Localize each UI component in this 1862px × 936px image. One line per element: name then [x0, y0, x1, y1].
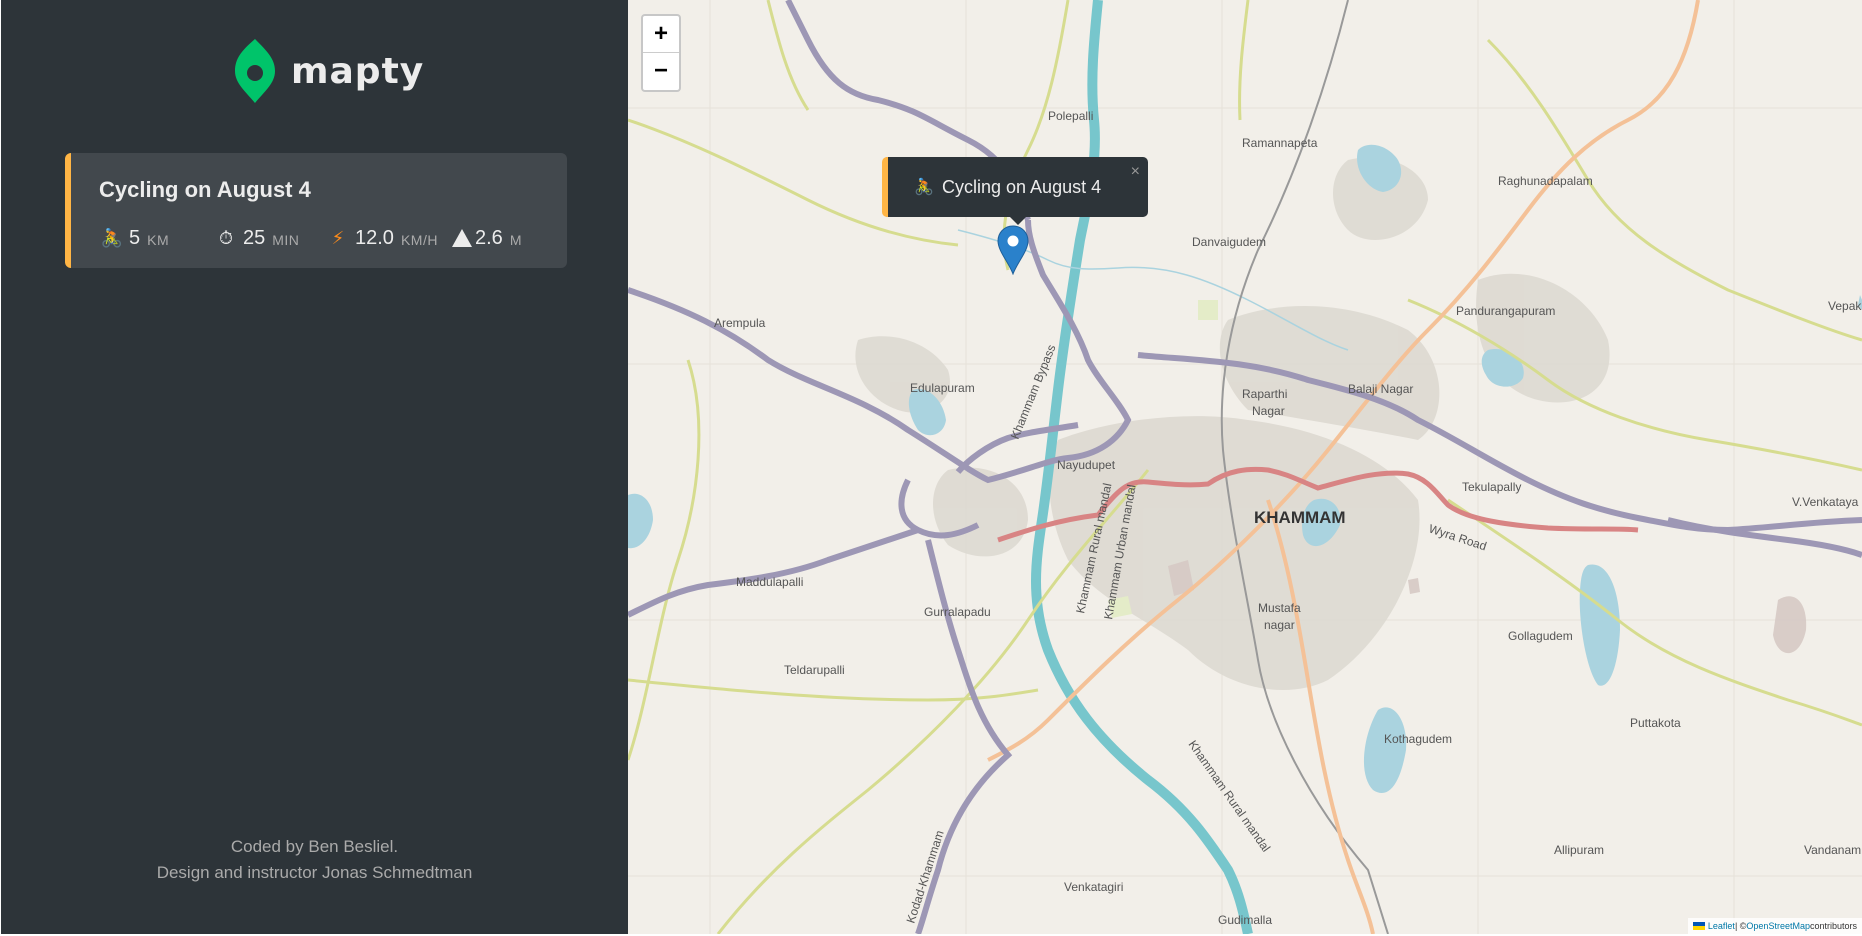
- leaflet-link[interactable]: Leaflet: [1708, 921, 1735, 931]
- label-raparthi: Raparthi: [1242, 387, 1287, 401]
- copyright-line-2: Design and instructor Jonas Schmedtman: [156, 863, 473, 882]
- lightning-icon: ⚡: [331, 227, 345, 248]
- label-kothagudem: Kothagudem: [1384, 732, 1452, 746]
- logo: mapty: [233, 37, 424, 105]
- label-arempula: Arempula: [714, 316, 766, 330]
- cyclist-icon: 🚴: [914, 179, 934, 196]
- workout-speed: ⚡ 12.0 km/h: [327, 223, 451, 253]
- distance-value: 5: [129, 226, 141, 249]
- osm-link[interactable]: OpenStreetMap: [1746, 921, 1810, 931]
- map-marker-icon[interactable]: [997, 225, 1029, 275]
- label-gudimalla: Gudimalla: [1218, 913, 1272, 927]
- mountain-icon: [451, 226, 473, 250]
- label-teldarupalli: Teldarupalli: [784, 663, 845, 677]
- map[interactable]: Polepalli Ramannapeta Raghunadapalam Dan…: [628, 0, 1862, 934]
- label-khammam-city: KHAMMAM: [1254, 508, 1346, 527]
- workout-duration: ⏱ 25 min: [215, 223, 327, 253]
- popup-close-button[interactable]: ×: [1131, 163, 1140, 181]
- ukraine-flag-icon: [1692, 922, 1705, 930]
- label-nayudupet: Nayudupet: [1057, 458, 1116, 472]
- label-edulapuram: Edulapuram: [910, 381, 975, 395]
- attribution-suffix: contributors: [1809, 921, 1857, 931]
- label-allipuram: Allipuram: [1554, 843, 1604, 857]
- workout-popup: 🚴 Cycling on August 4 ×: [882, 157, 1148, 225]
- app: mapty Cycling on August 4 🚴 5 km ⏱ 25 mi…: [0, 0, 1862, 936]
- zoom-out-button[interactable]: −: [643, 53, 679, 90]
- speed-unit: km/h: [400, 232, 438, 248]
- workout-title: Cycling on August 4: [99, 177, 311, 202]
- cyclist-icon: 🚴: [100, 227, 124, 248]
- workout-details: 🚴 5 km ⏱ 25 min ⚡ 12.0 km/h: [101, 223, 522, 253]
- duration-unit: min: [272, 232, 300, 248]
- attribution-separator: | ©: [1734, 921, 1747, 931]
- label-puttakota: Puttakota: [1630, 716, 1681, 730]
- map-tiles[interactable]: Polepalli Ramannapeta Raghunadapalam Dan…: [628, 0, 1862, 934]
- elevation-unit: m: [509, 232, 522, 248]
- label-v-venkataya: V.Venkataya: [1792, 495, 1859, 509]
- label-polepalli: Polepalli: [1048, 109, 1093, 123]
- label-venkatagiri: Venkatagiri: [1064, 880, 1123, 894]
- label-ramannapeta: Ramannapeta: [1242, 136, 1318, 150]
- stopwatch-icon: ⏱: [218, 227, 234, 248]
- label-nagar: Nagar: [1252, 404, 1285, 418]
- label-pandurangapuram: Pandurangapuram: [1456, 304, 1555, 318]
- map-pin-logo-icon: [235, 39, 275, 103]
- workout-elevation: 2.6 m: [451, 223, 522, 253]
- label-mustafa-nagar: nagar: [1264, 618, 1295, 632]
- label-balaji-nagar: Balaji Nagar: [1348, 382, 1413, 396]
- popup-text: Cycling on August 4: [942, 176, 1102, 197]
- duration-value: 25: [243, 226, 266, 249]
- label-gollagudem: Gollagudem: [1508, 629, 1573, 643]
- workout-distance: 🚴 5 km: [101, 223, 215, 253]
- sidebar: mapty Cycling on August 4 🚴 5 km ⏱ 25 mi…: [1, 0, 628, 934]
- label-danvaigudem: Danvaigudem: [1192, 235, 1266, 249]
- speed-value: 12.0: [355, 226, 394, 249]
- copyright: Coded by Ben Besliel. Design and instruc…: [1, 834, 628, 886]
- workout-card-cycling[interactable]: Cycling on August 4 🚴 5 km ⏱ 25 min ⚡ 12…: [65, 153, 567, 268]
- label-gurralapadu: Gurralapadu: [924, 605, 991, 619]
- map-attribution: Leaflet | © OpenStreetMap contributors: [1687, 918, 1862, 934]
- distance-unit: km: [147, 232, 170, 248]
- popup-tip: [1009, 216, 1027, 225]
- label-vepak: Vepak: [1828, 299, 1862, 313]
- logo-text: mapty: [291, 50, 425, 92]
- zoom-in-button[interactable]: +: [643, 16, 679, 53]
- label-maddulapalli: Maddulapalli: [736, 575, 803, 589]
- elevation-value: 2.6: [475, 226, 503, 249]
- copyright-line-1: Coded by Ben Besliel.: [230, 837, 399, 856]
- label-vandanam: Vandanam: [1804, 843, 1861, 857]
- label-tekulapally: Tekulapally: [1462, 480, 1521, 494]
- zoom-control: + −: [641, 14, 681, 92]
- label-raghunadapalam: Raghunadapalam: [1498, 174, 1593, 188]
- label-mustafa: Mustafa: [1258, 601, 1301, 615]
